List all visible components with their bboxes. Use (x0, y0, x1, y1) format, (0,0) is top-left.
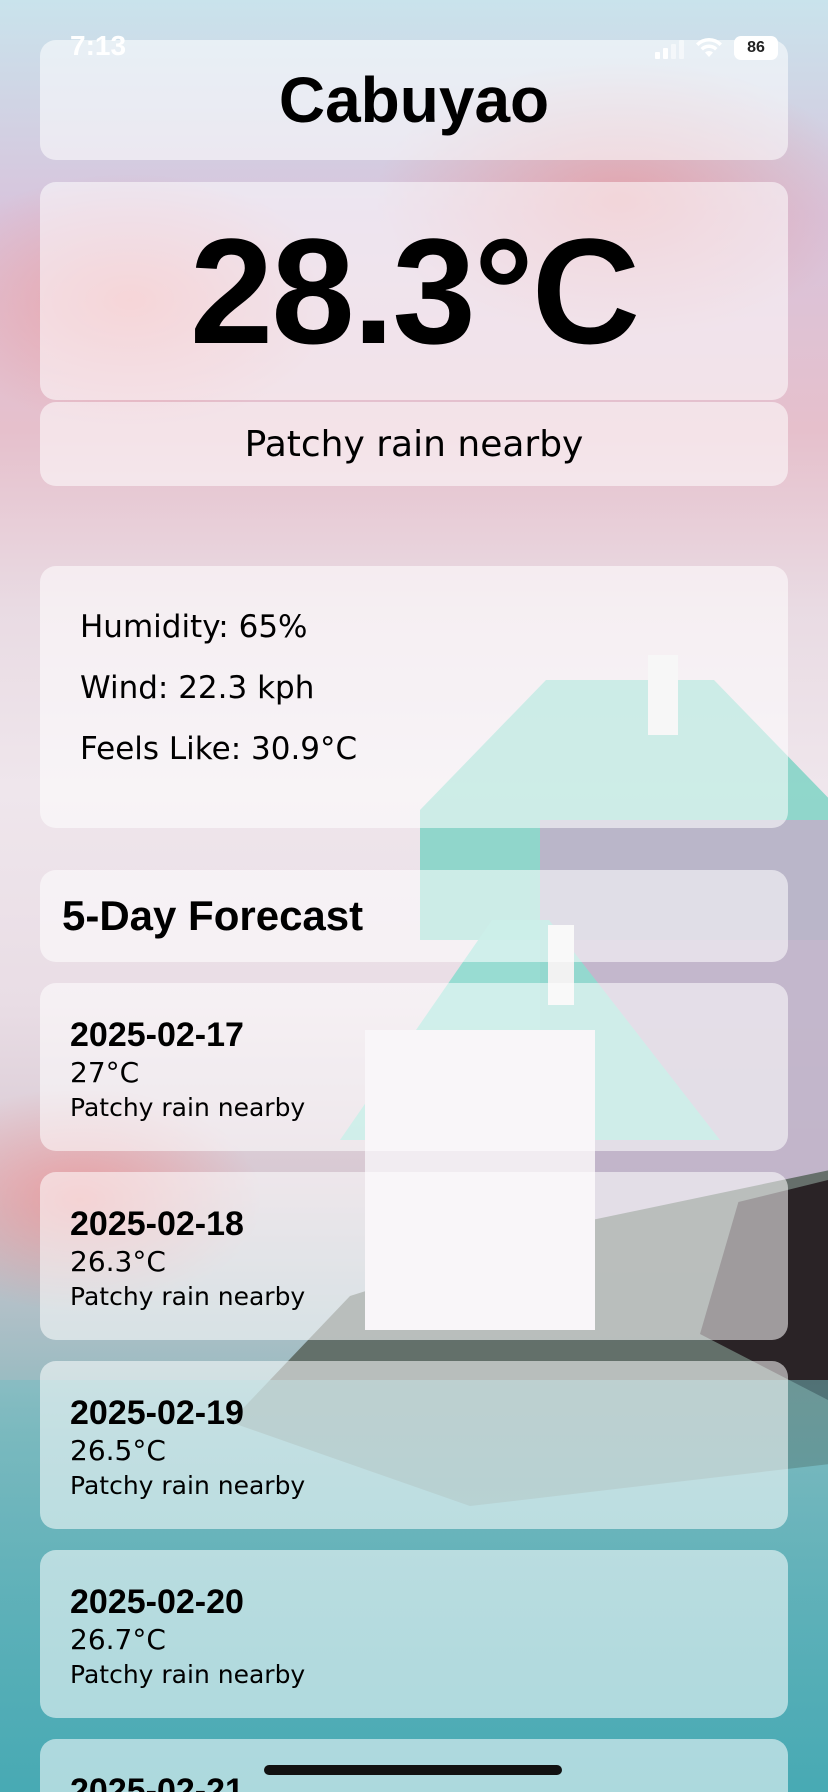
forecast-date: 2025-02-20 (70, 1583, 244, 1621)
status-icons: 86 (655, 34, 778, 62)
forecast-temp: 26.3°C (70, 1245, 166, 1278)
wind-text: Wind: 22.3 kph (80, 670, 315, 706)
current-temperature: 28.3°C (189, 206, 640, 375)
forecast-date: 2025-02-18 (70, 1205, 244, 1243)
current-condition: Patchy rain nearby (244, 423, 584, 465)
forecast-condition: Patchy rain nearby (70, 1660, 306, 1689)
forecast-temp: 26.7°C (70, 1623, 166, 1656)
forecast-day-card: 2025-02-18 26.3°C Patchy rain nearby (40, 1172, 788, 1340)
forecast-day-card: 2025-02-19 26.5°C Patchy rain nearby (40, 1361, 788, 1529)
condition-card: Patchy rain nearby (40, 402, 788, 486)
wifi-icon (696, 37, 722, 57)
status-bar: 7:13 86 (0, 0, 828, 90)
forecast-condition: Patchy rain nearby (70, 1471, 306, 1500)
details-card: Humidity: 65% Wind: 22.3 kph Feels Like:… (40, 566, 788, 828)
forecast-condition: Patchy rain nearby (70, 1093, 306, 1122)
status-time: 7:13 (70, 30, 127, 61)
signal-icon (655, 37, 684, 59)
forecast-temp: 27°C (70, 1056, 140, 1089)
forecast-day-card: 2025-02-17 27°C Patchy rain nearby (40, 983, 788, 1151)
battery-icon: 86 (734, 36, 778, 60)
forecast-title: 5-Day Forecast (62, 892, 364, 939)
forecast-condition: Patchy rain nearby (70, 1282, 306, 1311)
forecast-date: 2025-02-19 (70, 1394, 244, 1432)
forecast-header: 5-Day Forecast (40, 870, 788, 962)
temperature-card: 28.3°C (40, 182, 788, 400)
humidity-text: Humidity: 65% (80, 609, 308, 645)
feels-like-text: Feels Like: 30.9°C (80, 731, 358, 767)
forecast-temp: 26.5°C (70, 1434, 166, 1467)
forecast-date: 2025-02-17 (70, 1016, 244, 1054)
forecast-day-card: 2025-02-20 26.7°C Patchy rain nearby (40, 1550, 788, 1718)
home-indicator[interactable] (264, 1765, 562, 1775)
